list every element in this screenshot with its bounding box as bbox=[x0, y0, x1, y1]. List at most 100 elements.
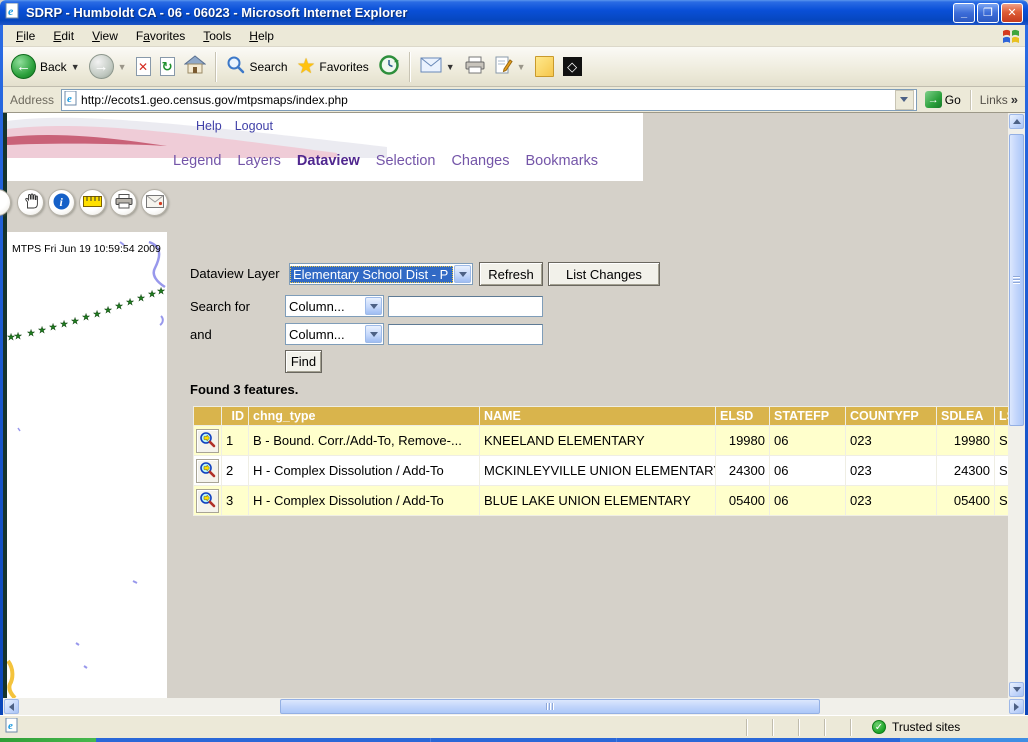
back-dropdown-icon[interactable]: ▼ bbox=[71, 62, 80, 72]
search-button[interactable]: Search bbox=[222, 53, 292, 80]
print-icon bbox=[464, 56, 486, 77]
cell-sdlea: 19980 bbox=[937, 426, 994, 455]
tool-button-partial[interactable] bbox=[0, 189, 11, 216]
email-map-button[interactable] bbox=[141, 189, 168, 216]
results-table: IDchng_typeNAMEELSDSTATEFPCOUNTYFPSDLEAL… bbox=[193, 406, 1021, 516]
links-menu[interactable]: Links » bbox=[976, 92, 1022, 107]
zoom-to-feature-button[interactable] bbox=[196, 429, 219, 453]
restore-button[interactable]: ❐ bbox=[977, 3, 999, 23]
edit-button[interactable]: ▼ bbox=[491, 54, 530, 80]
back-icon: ← bbox=[11, 54, 36, 79]
vertical-scroll-thumb[interactable] bbox=[1009, 134, 1024, 426]
scroll-up-icon[interactable] bbox=[1009, 114, 1024, 129]
find-button[interactable]: Find bbox=[285, 350, 322, 373]
search-column-value-2: Column... bbox=[286, 326, 364, 343]
scroll-right-icon[interactable] bbox=[1009, 699, 1024, 714]
cell-elsd: 19980 bbox=[716, 426, 769, 455]
nav-tab-bookmarks[interactable]: Bookmarks bbox=[526, 153, 599, 169]
links-chevron-icon: » bbox=[1011, 92, 1018, 107]
toolbar-separator bbox=[215, 52, 217, 82]
nav-tab-layers[interactable]: Layers bbox=[237, 153, 281, 169]
nav-tab-legend[interactable]: Legend bbox=[173, 153, 221, 169]
ruler-icon bbox=[83, 195, 102, 210]
home-button[interactable] bbox=[180, 53, 210, 80]
address-dropdown-icon[interactable] bbox=[895, 90, 914, 110]
print-map-button[interactable] bbox=[110, 189, 137, 216]
list-changes-button[interactable]: List Changes bbox=[548, 262, 660, 286]
scroll-left-icon[interactable] bbox=[4, 699, 19, 714]
forward-button[interactable]: → ▼ bbox=[85, 52, 131, 81]
menu-tools[interactable]: Tools bbox=[194, 26, 240, 47]
refresh-button[interactable]: ↻ bbox=[156, 55, 179, 78]
pan-tool-button[interactable] bbox=[17, 189, 44, 216]
menu-favorites[interactable]: Favorites bbox=[127, 26, 194, 47]
info-tool-button[interactable]: i bbox=[48, 189, 75, 216]
address-field[interactable]: e http://ecots1.geo.census.gov/mtpsmaps/… bbox=[61, 89, 917, 111]
address-url[interactable]: http://ecots1.geo.census.gov/mtpsmaps/in… bbox=[81, 93, 895, 107]
security-zone-pane: ✓ Trusted sites bbox=[872, 716, 960, 738]
go-button[interactable]: → Go bbox=[920, 90, 966, 109]
discuss-button[interactable] bbox=[531, 54, 558, 79]
search-column-select-1[interactable]: Column... bbox=[285, 295, 384, 317]
table-row: 2H - Complex Dissolution / Add-ToMCKINLE… bbox=[194, 456, 1020, 485]
search-icon bbox=[226, 55, 246, 78]
scroll-down-icon[interactable] bbox=[1009, 682, 1024, 697]
horizontal-scroll-thumb[interactable] bbox=[280, 699, 820, 714]
printer-icon bbox=[115, 194, 133, 212]
menu-view[interactable]: View bbox=[83, 26, 127, 47]
nav-tab-selection[interactable]: Selection bbox=[376, 153, 436, 169]
map-timestamp: MTPS Fri Jun 19 10:59:54 2009 bbox=[12, 243, 161, 255]
nav-tab-dataview[interactable]: Dataview bbox=[297, 153, 360, 169]
stop-button[interactable]: ✕ bbox=[132, 55, 155, 78]
dropdown-arrow-icon[interactable] bbox=[454, 265, 471, 283]
cell-chng_type: H - Complex Dissolution / Add-To bbox=[249, 486, 479, 515]
dropdown-arrow-icon[interactable] bbox=[365, 297, 382, 315]
messenger-button[interactable]: ◇ bbox=[559, 55, 586, 78]
map-graphics: ★★★ ★★★ ★★★ ★★★ ★★★ bbox=[7, 232, 167, 698]
taskbar-sliver bbox=[0, 738, 1028, 742]
search-column-select-2[interactable]: Column... bbox=[285, 323, 384, 345]
column-header-elsd: ELSD bbox=[716, 407, 769, 425]
nav-tab-changes[interactable]: Changes bbox=[451, 153, 509, 169]
menu-help[interactable]: Help bbox=[240, 26, 283, 47]
and-label: and bbox=[190, 327, 212, 342]
edit-dropdown-icon: ▼ bbox=[517, 62, 526, 72]
history-button[interactable] bbox=[374, 52, 404, 81]
go-arrow-icon: → bbox=[925, 91, 942, 108]
horizontal-scrollbar[interactable] bbox=[3, 698, 1025, 715]
svg-text:★: ★ bbox=[93, 310, 101, 320]
status-bar: e ✓ Trusted sites bbox=[0, 715, 1028, 738]
dataview-layer-select[interactable]: Elementary School Dist - P bbox=[289, 263, 473, 285]
cell-chng_type: H - Complex Dissolution / Add-To bbox=[249, 456, 479, 485]
help-link[interactable]: Help bbox=[196, 119, 222, 133]
svg-text:★: ★ bbox=[104, 306, 112, 316]
back-button[interactable]: ← Back ▼ bbox=[7, 52, 84, 81]
hand-icon bbox=[23, 193, 39, 212]
logout-link[interactable]: Logout bbox=[235, 119, 273, 133]
zoom-to-feature-button[interactable] bbox=[196, 459, 219, 483]
svg-text:e: e bbox=[8, 4, 14, 18]
print-button[interactable] bbox=[460, 54, 490, 79]
mail-button[interactable]: ▼ bbox=[416, 55, 459, 78]
dropdown-arrow-icon[interactable] bbox=[365, 325, 382, 343]
measure-tool-button[interactable] bbox=[79, 189, 106, 216]
menu-edit[interactable]: Edit bbox=[44, 26, 83, 47]
search-value-input-2[interactable] bbox=[388, 324, 543, 345]
status-page-icon: e bbox=[5, 718, 19, 736]
site-header: Help Logout Legend Layers Dataview Selectio… bbox=[7, 113, 643, 181]
close-button[interactable]: ✕ bbox=[1001, 3, 1023, 23]
column-header-countyfp: COUNTYFP bbox=[846, 407, 936, 425]
zoom-to-feature-button[interactable] bbox=[196, 489, 219, 513]
refresh-layer-button[interactable]: Refresh bbox=[479, 262, 543, 286]
map-view[interactable]: ★★★ ★★★ ★★★ ★★★ ★★★ MTPS Fri Jun 19 10:5… bbox=[7, 232, 167, 698]
vertical-scrollbar[interactable] bbox=[1008, 113, 1025, 698]
favorites-button[interactable]: ★ Favorites bbox=[293, 54, 373, 79]
svg-text:★: ★ bbox=[49, 323, 57, 333]
cell-name: KNEELAND ELEMENTARY bbox=[480, 426, 715, 455]
search-value-input-1[interactable] bbox=[388, 296, 543, 317]
mail-dropdown-icon[interactable]: ▼ bbox=[446, 62, 455, 72]
minimize-button[interactable]: _ bbox=[953, 3, 975, 23]
cell-id: 1 bbox=[222, 426, 248, 455]
table-header-row: IDchng_typeNAMEELSDSTATEFPCOUNTYFPSDLEAL… bbox=[194, 407, 1020, 425]
menu-file[interactable]: File bbox=[7, 26, 44, 47]
